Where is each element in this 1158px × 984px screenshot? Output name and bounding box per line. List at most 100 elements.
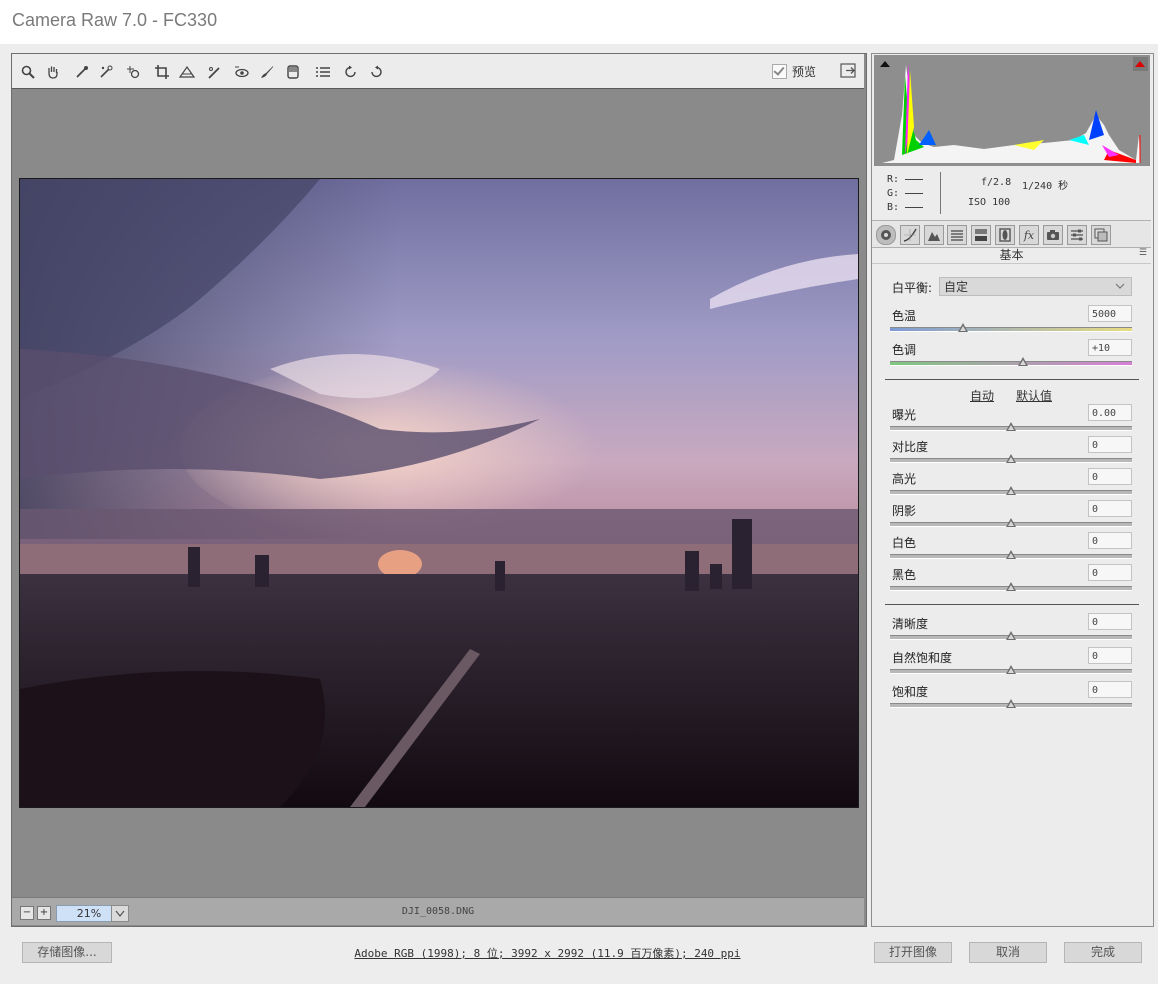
slider-thumb[interactable]: [957, 323, 968, 332]
contrast-input[interactable]: 0: [1088, 436, 1132, 453]
slider-thumb[interactable]: [1006, 550, 1016, 559]
contrast-slider[interactable]: [890, 454, 1132, 463]
preview-toggle[interactable]: 预览: [772, 62, 816, 80]
highlights-slider[interactable]: [890, 486, 1132, 495]
preview-label: 预览: [792, 64, 817, 79]
title-bar: Camera Raw 7.0 - FC330: [0, 0, 1158, 44]
presets-icon[interactable]: [1067, 225, 1087, 245]
slider-thumb[interactable]: [1006, 665, 1016, 674]
blacks-input[interactable]: 0: [1088, 564, 1132, 581]
filename-label: DJI_0058.DNG: [401, 906, 475, 917]
g-label: G:: [887, 188, 900, 199]
color-sampler-icon[interactable]: [97, 63, 115, 81]
slider-thumb[interactable]: [1006, 454, 1016, 463]
status-bar: − + 21% DJI_0058.DNG: [12, 897, 864, 925]
temperature-input[interactable]: 5000: [1088, 305, 1132, 322]
vibrance-input[interactable]: 0: [1088, 647, 1132, 664]
target-adjust-icon[interactable]: [124, 63, 142, 81]
divider: [885, 604, 1139, 605]
tint-label: 色调: [892, 343, 917, 357]
exposure-label: 曝光: [892, 408, 917, 422]
chevron-down-icon: [1115, 283, 1125, 289]
shadows-label: 阴影: [892, 504, 917, 518]
window-title: Camera Raw 7.0 - FC330: [12, 10, 218, 30]
camera-calibration-icon[interactable]: [1043, 225, 1063, 245]
saturation-label: 饱和度: [892, 685, 929, 699]
blacks-label: 黑色: [892, 568, 917, 582]
default-link[interactable]: 默认值: [1016, 387, 1052, 404]
tint-input[interactable]: +10: [1088, 339, 1132, 356]
rotate-left-icon[interactable]: [342, 63, 360, 81]
histogram: [874, 55, 1150, 166]
slider-thumb[interactable]: [1006, 582, 1016, 591]
crop-icon[interactable]: [153, 63, 171, 81]
camera-info: R: G: B: f/2.8 1/240 秒 ISO 100: [874, 168, 1150, 218]
slider-thumb[interactable]: [1006, 699, 1016, 708]
auto-link[interactable]: 自动: [970, 387, 994, 404]
preview-checkbox[interactable]: [772, 63, 787, 79]
image-preview[interactable]: [19, 178, 859, 808]
iso-value: ISO 100: [968, 197, 1011, 208]
spot-removal-icon[interactable]: [206, 63, 224, 81]
panel-tabs: fx: [872, 220, 1151, 248]
open-image-button[interactable]: 打开图像: [874, 942, 952, 963]
r-label: R:: [887, 174, 900, 185]
fullscreen-icon[interactable]: [840, 62, 858, 80]
exposure-slider[interactable]: [890, 422, 1132, 431]
exposure-input[interactable]: 0.00: [1088, 404, 1132, 421]
split-toning-icon[interactable]: [971, 225, 991, 245]
shadows-input[interactable]: 0: [1088, 500, 1132, 517]
slider-thumb[interactable]: [1006, 422, 1016, 431]
rotate-right-icon[interactable]: [367, 63, 385, 81]
detail-icon[interactable]: [924, 225, 944, 245]
done-button[interactable]: 完成: [1064, 942, 1142, 963]
tone-curve-icon[interactable]: [900, 225, 920, 245]
clarity-input[interactable]: 0: [1088, 613, 1132, 630]
panel-menu-icon[interactable]: ☰: [1139, 248, 1147, 258]
tint-slider[interactable]: [890, 357, 1132, 366]
whites-label: 白色: [892, 536, 917, 550]
slider-thumb[interactable]: [1006, 631, 1016, 640]
zoom-icon[interactable]: [19, 63, 37, 81]
cancel-button[interactable]: 取消: [969, 942, 1047, 963]
panel-title: 基本 ☰: [872, 246, 1151, 264]
slider-thumb[interactable]: [1018, 357, 1029, 366]
temperature-label: 色温: [892, 309, 917, 323]
clarity-label: 清晰度: [892, 617, 929, 631]
toolbar: 预览: [12, 54, 864, 89]
shadows-slider[interactable]: [890, 518, 1132, 527]
red-eye-icon[interactable]: [232, 63, 250, 81]
vibrance-slider[interactable]: [890, 665, 1132, 674]
hsl-icon[interactable]: [947, 225, 967, 245]
white-balance-label: 白平衡:: [892, 281, 933, 295]
aperture-value: f/2.8: [981, 177, 1012, 188]
straighten-icon[interactable]: [178, 63, 196, 81]
divider: [940, 172, 941, 214]
clarity-slider[interactable]: [890, 631, 1132, 640]
highlights-label: 高光: [892, 472, 917, 486]
hand-icon[interactable]: [44, 63, 62, 81]
slider-thumb[interactable]: [1006, 518, 1016, 527]
graduated-filter-icon[interactable]: [284, 63, 302, 81]
vibrance-label: 自然饱和度: [892, 651, 953, 665]
adjustment-brush-icon[interactable]: [258, 63, 276, 81]
fx-icon[interactable]: fx: [1019, 225, 1039, 245]
divider: [885, 379, 1139, 380]
blacks-slider[interactable]: [890, 582, 1132, 591]
contrast-label: 对比度: [892, 440, 929, 454]
white-balance-eyedropper-icon[interactable]: [73, 63, 91, 81]
preferences-list-icon[interactable]: [314, 63, 332, 81]
lens-corrections-icon[interactable]: [995, 225, 1015, 245]
basic-icon[interactable]: [876, 225, 896, 245]
saturation-input[interactable]: 0: [1088, 681, 1132, 698]
b-label: B:: [887, 202, 900, 213]
whites-slider[interactable]: [890, 550, 1132, 559]
temperature-slider[interactable]: [890, 323, 1132, 332]
snapshots-icon[interactable]: [1091, 225, 1111, 245]
highlights-input[interactable]: 0: [1088, 468, 1132, 485]
shutter-value: 1/240 秒: [1022, 181, 1069, 192]
whites-input[interactable]: 0: [1088, 532, 1132, 549]
saturation-slider[interactable]: [890, 699, 1132, 708]
white-balance-select[interactable]: 自定: [939, 277, 1132, 296]
slider-thumb[interactable]: [1006, 486, 1016, 495]
